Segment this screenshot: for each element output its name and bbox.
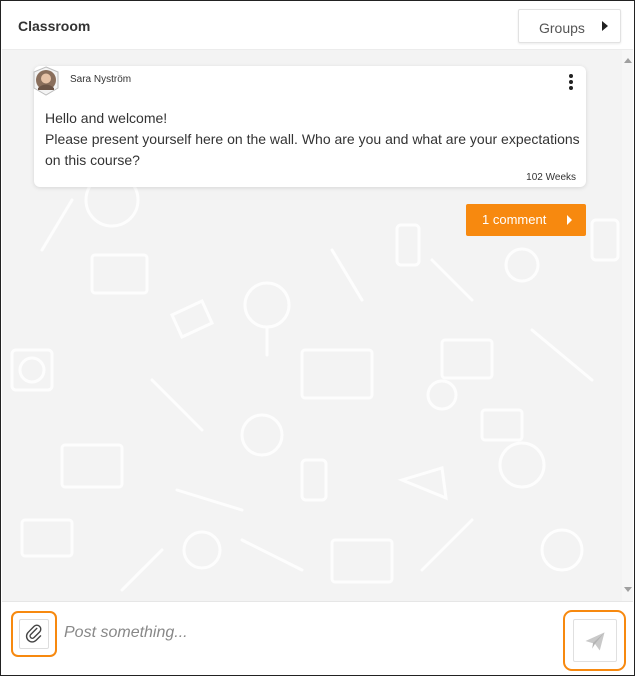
header-bar: Classroom Groups <box>2 2 633 50</box>
groups-label: Groups <box>539 20 585 36</box>
post-text: Hello and welcome! Please present yourse… <box>45 110 580 168</box>
send-highlight <box>563 610 626 671</box>
attach-highlight <box>11 611 57 657</box>
comments-button[interactable]: 1 comment <box>466 204 586 236</box>
caret-right-icon <box>602 21 608 31</box>
caret-right-icon <box>567 215 572 225</box>
post-body: Hello and welcome! Please present yourse… <box>45 108 580 171</box>
paperclip-icon <box>25 624 42 643</box>
paper-plane-icon <box>585 632 605 651</box>
scroll-down-arrow-icon[interactable] <box>624 587 632 592</box>
post-input[interactable] <box>64 618 544 648</box>
app-frame: Classroom Groups Sara Nyström Hello and … <box>0 0 635 676</box>
groups-button[interactable]: Groups <box>518 9 621 43</box>
post-timestamp: 102 Weeks <box>526 172 576 183</box>
kebab-menu-icon[interactable] <box>568 74 574 92</box>
attach-button[interactable] <box>19 619 49 649</box>
wall-post: Sara Nyström Hello and welcome! Please p… <box>33 66 586 187</box>
page-title: Classroom <box>18 18 91 34</box>
post-composer <box>2 601 633 675</box>
send-button[interactable] <box>573 619 617 662</box>
vertical-scrollbar[interactable] <box>622 50 633 601</box>
wall-feed: Sara Nyström Hello and welcome! Please p… <box>2 50 633 601</box>
post-author[interactable]: Sara Nyström <box>70 74 131 85</box>
comments-label: 1 comment <box>482 212 547 227</box>
scroll-up-arrow-icon[interactable] <box>624 58 632 63</box>
avatar <box>33 66 59 96</box>
